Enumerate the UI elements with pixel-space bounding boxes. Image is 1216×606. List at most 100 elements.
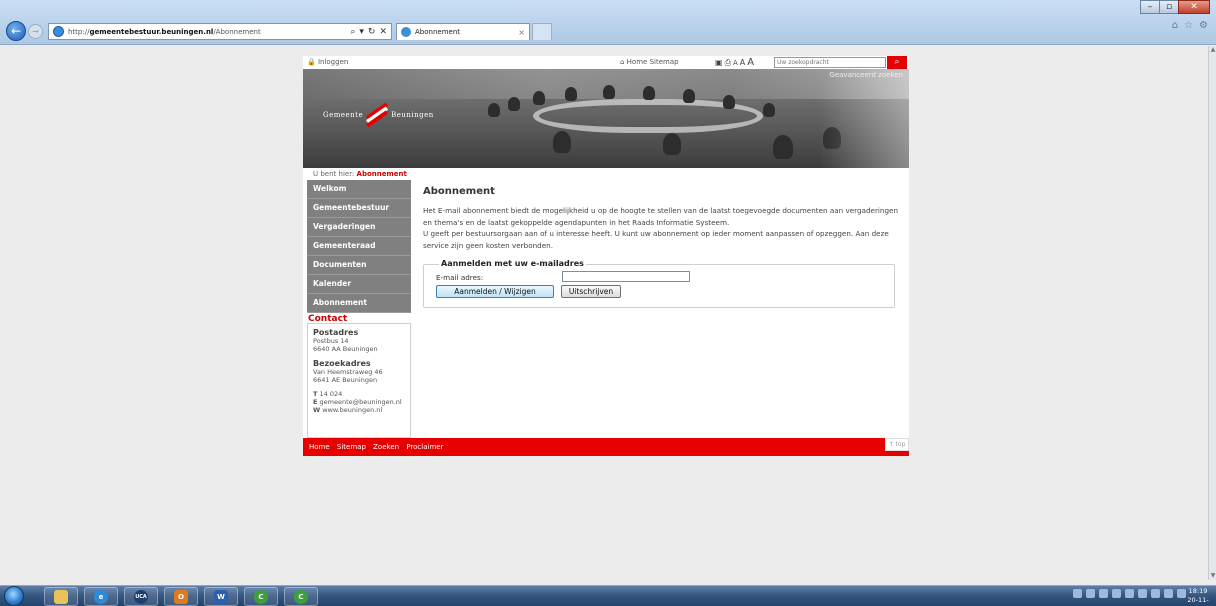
forward-button[interactable]: →: [28, 24, 43, 39]
address-tools: ⌕ ▾ ↻ ✕: [350, 27, 391, 37]
menu-item-kalender[interactable]: Kalender: [307, 275, 411, 294]
rss-icon[interactable]: ▣: [715, 58, 723, 67]
footer-link-proclaimer[interactable]: Proclaimer: [406, 443, 443, 451]
site-topbar: 🔒 Inloggen ⌂ Home Sitemap ▣ ⎙ A A A ⌕: [303, 56, 909, 69]
ie-icon: e: [94, 589, 108, 604]
footer-link-sitemap[interactable]: Sitemap: [337, 443, 366, 451]
footer-links: Home Sitemap Zoeken Proclaimer: [309, 443, 448, 451]
address-url[interactable]: http://gemeentebestuur.beuningen.nl/Abon…: [68, 28, 261, 36]
outlook-icon: O: [174, 589, 188, 604]
network-icon[interactable]: [1164, 589, 1173, 598]
tray-icon[interactable]: [1138, 589, 1147, 598]
menu-item-documenten[interactable]: Documenten: [307, 256, 411, 275]
banner-person: [533, 91, 545, 105]
browser-toolbar-icons: ⌂ ☆ ⚙: [1172, 20, 1208, 31]
menu-item-gemeentebestuur[interactable]: Gemeentebestuur: [307, 199, 411, 218]
scroll-up-icon[interactable]: ▲: [1209, 46, 1216, 54]
email-input[interactable]: [562, 271, 690, 282]
tray-icon[interactable]: [1151, 589, 1160, 598]
footer-link-home[interactable]: Home: [309, 443, 330, 451]
taskbar-outlook[interactable]: O: [164, 587, 198, 606]
window-controls: – ▫ ✕: [1140, 0, 1210, 14]
main-content: Abonnement Het E-mail abonnement biedt d…: [423, 186, 903, 308]
settings-gear-icon[interactable]: ⚙: [1199, 20, 1208, 31]
green-app-icon: C: [254, 589, 268, 604]
post-address-line: Postbus 14: [313, 337, 349, 345]
top-links[interactable]: ⌂ Home Sitemap: [620, 58, 679, 66]
email-label: E-mail adres:: [436, 273, 484, 282]
banner-person: [553, 131, 571, 153]
maximize-button[interactable]: ▫: [1159, 0, 1179, 14]
banner-person: [663, 133, 681, 155]
menu-item-abonnement[interactable]: Abonnement: [307, 294, 411, 313]
new-tab-button[interactable]: [532, 23, 552, 40]
visit-address-line: Van Heemstraweg 46: [313, 368, 383, 376]
stop-icon[interactable]: ✕: [379, 27, 387, 37]
menu-item-vergaderingen[interactable]: Vergaderingen: [307, 218, 411, 237]
windows-taskbar: e UCA O W C C 18:19 20-11-2012: [0, 585, 1216, 606]
advanced-search-link[interactable]: Geavanceerd zoeken: [829, 71, 903, 79]
navigation-bar: ← → http://gemeentebestuur.beuningen.nl/…: [0, 20, 1216, 42]
font-small-button[interactable]: A: [733, 59, 738, 67]
clock[interactable]: 18:19 20-11-2012: [1184, 587, 1212, 606]
start-button[interactable]: [4, 586, 24, 606]
site-footer: Home Sitemap Zoeken Proclaimer ↑ top: [303, 438, 909, 456]
scroll-down-icon[interactable]: ▼: [1209, 572, 1216, 580]
taskbar-green-app[interactable]: C: [244, 587, 278, 606]
home-icon[interactable]: ⌂: [1172, 20, 1178, 31]
taskbar-ie[interactable]: e: [84, 587, 118, 606]
font-large-button[interactable]: A: [747, 57, 754, 68]
web-line[interactable]: W www.beuningen.nl: [313, 406, 405, 414]
tray-icon[interactable]: [1112, 589, 1121, 598]
mitel-icon: UCA: [134, 589, 148, 604]
tray-icon[interactable]: [1099, 589, 1108, 598]
menu-item-welkom[interactable]: Welkom: [307, 180, 411, 199]
banner-person: [488, 103, 500, 117]
post-address-line: 6640 AA Beuningen: [313, 345, 378, 353]
refresh-icon[interactable]: ↻: [368, 27, 376, 37]
tray-icon[interactable]: [1086, 589, 1095, 598]
tab-close-icon[interactable]: ×: [518, 28, 525, 37]
vertical-scrollbar[interactable]: ▲ ▼: [1208, 46, 1216, 580]
banner-person: [643, 86, 655, 100]
website: 🔒 Inloggen ⌂ Home Sitemap ▣ ⎙ A A A ⌕ Ge…: [303, 56, 909, 456]
tray-icon[interactable]: [1125, 589, 1134, 598]
minimize-button[interactable]: –: [1140, 0, 1160, 14]
breadcrumb-current[interactable]: Abonnement: [357, 170, 407, 178]
unsubscribe-button[interactable]: Uitschrijven: [561, 285, 621, 298]
gemeente-beuningen-logo[interactable]: Gemeente Beuningen: [323, 102, 458, 128]
logo-text-left: Gemeente: [323, 111, 364, 119]
clock-date: 20-11-2012: [1187, 596, 1209, 606]
footer-link-zoeken[interactable]: Zoeken: [373, 443, 399, 451]
tab-title: Abonnement: [415, 28, 461, 36]
close-window-button[interactable]: ✕: [1178, 0, 1210, 14]
word-icon: W: [214, 589, 228, 604]
email-line[interactable]: E gemeente@beuningen.nl: [313, 398, 405, 406]
address-bar[interactable]: http://gemeentebestuur.beuningen.nl/Abon…: [48, 23, 392, 40]
site-search-input[interactable]: [774, 57, 886, 68]
visit-address-line: 6641 AE Beuningen: [313, 376, 378, 384]
favorites-star-icon[interactable]: ☆: [1184, 20, 1193, 31]
search-button[interactable]: ⌕: [887, 56, 907, 69]
font-medium-button[interactable]: A: [740, 58, 745, 67]
print-icon[interactable]: ⎙: [725, 58, 731, 68]
back-button[interactable]: ←: [6, 21, 26, 41]
back-to-top-button[interactable]: ↑ top: [885, 438, 909, 451]
contact-box: Postadres Postbus 14 6640 AA Beuningen B…: [307, 323, 411, 438]
search-icon[interactable]: ⌕: [350, 27, 355, 37]
taskbar-mitel[interactable]: UCA: [124, 587, 158, 606]
subscribe-button[interactable]: Aanmelden / Wijzigen: [436, 285, 554, 298]
taskbar-explorer[interactable]: [44, 587, 78, 606]
menu-item-gemeenteraad[interactable]: Gemeenteraad: [307, 237, 411, 256]
taskbar-green-app-2[interactable]: C: [284, 587, 318, 606]
dropdown-icon[interactable]: ▾: [359, 27, 364, 37]
taskbar-word[interactable]: W: [204, 587, 238, 606]
tab-abonnement[interactable]: Abonnement ×: [396, 23, 530, 40]
folder-icon: [54, 589, 68, 604]
subscribe-form: Aanmelden met uw e-mailadres E-mail adre…: [423, 259, 895, 308]
banner-person: [723, 95, 735, 109]
tray-icon[interactable]: [1073, 589, 1082, 598]
tab-favicon-icon: [401, 27, 411, 37]
login-link[interactable]: 🔒 Inloggen: [307, 58, 348, 66]
banner-person: [603, 85, 615, 99]
